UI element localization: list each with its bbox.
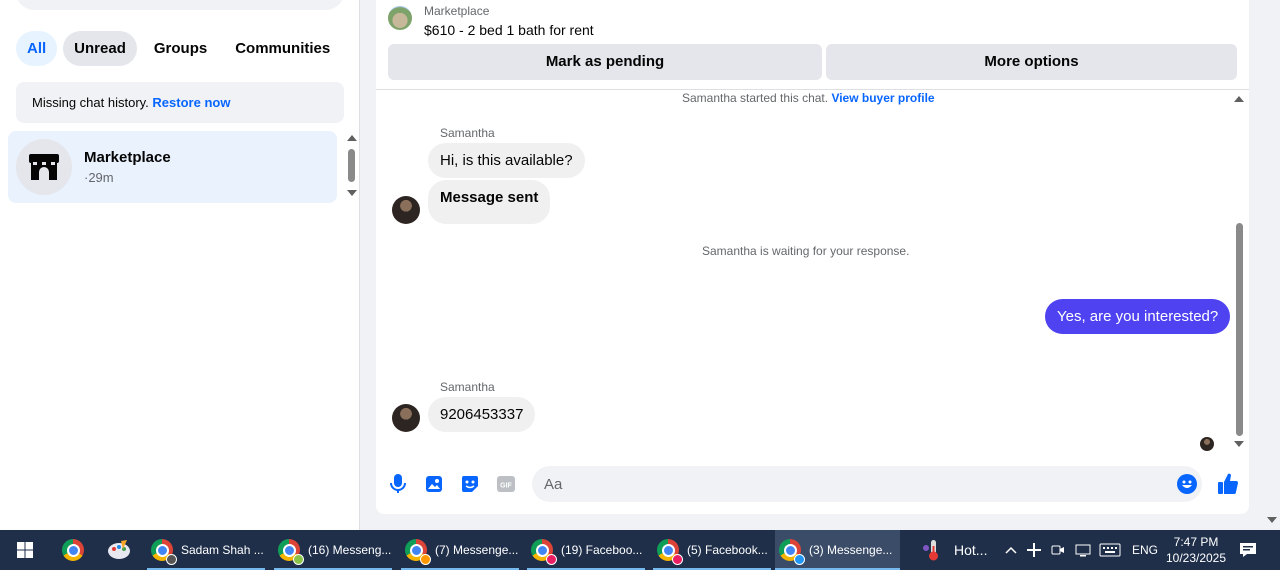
filter-groups[interactable]: Groups (143, 31, 218, 66)
scroll-up-arrow-icon[interactable] (1234, 96, 1244, 102)
outgoing-message[interactable]: Yes, are you interested? (1045, 299, 1231, 334)
language-indicator[interactable]: ENG (1132, 530, 1158, 570)
taskbar-window-active[interactable]: (3) Messenge... (775, 530, 900, 570)
clock[interactable]: 7:47 PM 10/23/2025 (1160, 534, 1232, 566)
taskbar-window-label: (5) Facebook... (687, 543, 768, 557)
filter-all[interactable]: All (16, 31, 58, 66)
windows-start-icon[interactable] (10, 530, 40, 570)
chat-name: Marketplace (84, 149, 171, 166)
chat-started-text: Samantha started this chat. (682, 91, 829, 105)
waiting-notice: Samantha is waiting for your response. (702, 244, 910, 258)
plus-icon[interactable] (1026, 530, 1042, 570)
paint-app-icon[interactable] (104, 530, 134, 570)
svg-text:GIF: GIF (500, 483, 512, 490)
message-sender: Samantha (440, 126, 495, 140)
conversation-scroll-thumb[interactable] (1236, 223, 1243, 436)
listing-thumbnail (388, 6, 412, 30)
search-input[interactable] (16, 0, 344, 10)
scroll-down-arrow-icon[interactable] (347, 190, 357, 196)
taskbar-window-label: (16) Messeng... (308, 543, 392, 557)
chrome-icon[interactable] (58, 530, 88, 570)
sender-avatar[interactable] (392, 404, 420, 432)
page-scroll-down-arrow-icon[interactable] (1267, 517, 1277, 523)
message-input[interactable] (532, 466, 1202, 502)
clock-time: 7:47 PM (1173, 535, 1219, 549)
chevron-up-icon[interactable] (1003, 530, 1019, 570)
keyboard-icon[interactable] (1098, 530, 1122, 570)
more-options-button[interactable]: More options (826, 44, 1237, 80)
thumbs-up-icon[interactable] (1216, 473, 1240, 494)
meet-now-icon[interactable] (1050, 530, 1066, 570)
taskbar-window-label: (3) Messenge... (809, 543, 893, 557)
mark-as-pending-button[interactable]: Mark as pending (388, 44, 822, 80)
listing-source: Marketplace (424, 4, 490, 18)
photo-icon[interactable] (424, 474, 444, 494)
chrome-icon (278, 539, 304, 565)
chrome-icon (657, 539, 683, 565)
listing-title: $610 - 2 bed 1 bath for rent (424, 22, 594, 38)
chat-time: ·29m (84, 170, 114, 185)
notification-icon[interactable] (1238, 530, 1258, 570)
thermometer-icon (923, 540, 938, 561)
header-divider (376, 89, 1249, 90)
view-buyer-profile-link[interactable]: View buyer profile (831, 91, 934, 105)
taskbar-window[interactable]: (19) Faceboo... (527, 530, 645, 570)
microphone-icon[interactable] (388, 474, 408, 494)
chrome-icon (531, 539, 557, 565)
taskbar-window[interactable]: (16) Messeng... (274, 530, 392, 570)
gif-icon[interactable]: GIF (496, 474, 516, 494)
sticker-icon[interactable] (460, 474, 480, 494)
marketplace-store-icon (16, 139, 72, 195)
taskbar-window-label: (7) Messenge... (435, 543, 519, 557)
sender-avatar[interactable] (392, 196, 420, 224)
incoming-message[interactable]: Message sent (428, 180, 551, 224)
scroll-down-arrow-icon[interactable] (1234, 441, 1244, 447)
taskbar-window-label: Sadam Shah ... (181, 543, 264, 557)
network-icon[interactable] (1074, 530, 1092, 570)
taskbar-window[interactable]: Sadam Shah ... (147, 530, 265, 570)
filter-chips: All Unread Groups Communities (16, 31, 341, 66)
scroll-thumb[interactable] (348, 149, 355, 182)
seen-indicator-avatar (1200, 437, 1214, 451)
clock-date: 10/23/2025 (1165, 551, 1227, 565)
chat-started-notice: Samantha started this chat. View buyer p… (682, 91, 935, 105)
taskbar-window[interactable]: (5) Facebook... (653, 530, 771, 570)
conversation-panel: Marketplace $610 - 2 bed 1 bath for rent… (376, 0, 1249, 514)
incoming-message[interactable]: Hi, is this available? (428, 143, 585, 178)
restore-now-link[interactable]: Restore now (152, 95, 230, 110)
incoming-message[interactable]: 9206453337 (428, 397, 536, 432)
filter-communities[interactable]: Communities (224, 31, 341, 66)
filter-unread[interactable]: Unread (63, 31, 137, 66)
weather-widget[interactable]: Hot... (920, 530, 987, 570)
taskbar-window[interactable]: (7) Messenge... (401, 530, 519, 570)
emoji-icon[interactable] (1177, 474, 1197, 494)
chat-list-scrollbar[interactable] (346, 133, 358, 199)
taskbar-window-label: (19) Faceboo... (561, 543, 643, 557)
chrome-icon (779, 539, 805, 565)
notice-text: Missing chat history. (32, 95, 149, 110)
scroll-up-arrow-icon[interactable] (347, 135, 357, 141)
missing-history-notice: Missing chat history. Restore now (16, 82, 344, 123)
windows-taskbar: Sadam Shah ... (16) Messeng... (7) Messe… (0, 530, 1280, 570)
chat-list-panel: All Unread Groups Communities Missing ch… (0, 0, 360, 530)
chrome-icon (405, 539, 431, 565)
chat-item-marketplace[interactable]: Marketplace ·29m (8, 131, 337, 203)
message-sender: Samantha (440, 380, 495, 394)
chrome-icon (151, 539, 177, 565)
weather-text: Hot... (954, 542, 988, 558)
